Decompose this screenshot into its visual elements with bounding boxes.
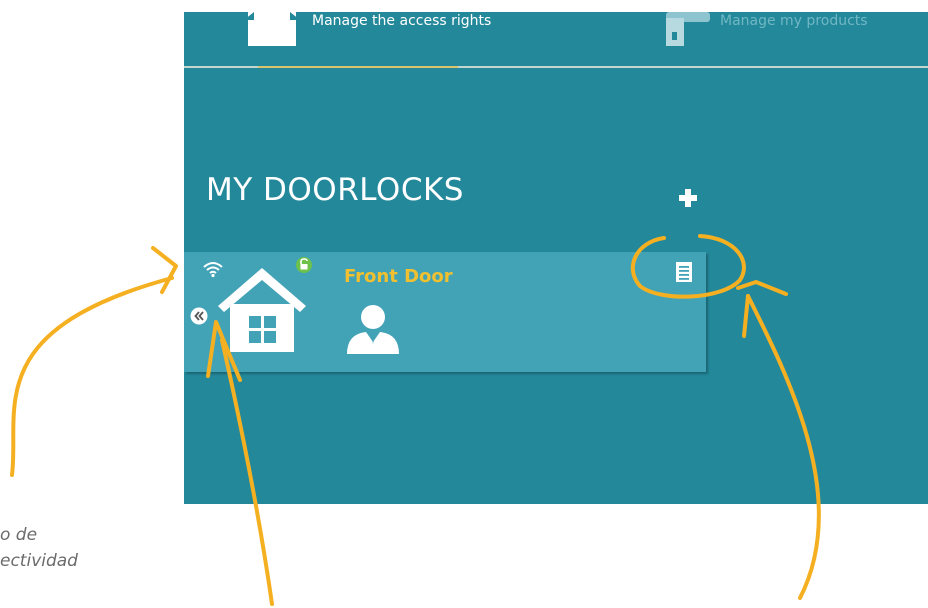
house-icon (244, 12, 300, 46)
plus-icon (679, 189, 697, 207)
doorlock-card[interactable]: Front Door (184, 252, 706, 372)
doorlock-details-button[interactable] (676, 262, 692, 282)
app-window: Manage the access rights Manage my produ… (184, 12, 928, 504)
unlocked-padlock-icon (296, 257, 312, 273)
padlock-icon (666, 12, 710, 46)
top-navigation: Manage the access rights Manage my produ… (184, 12, 928, 68)
doorlock-name[interactable]: Front Door (344, 266, 453, 287)
tab-manage-access-rights[interactable]: Manage the access rights (244, 12, 491, 52)
page-title: MY DOORLOCKS (206, 172, 464, 208)
annotation-arrowhead-connectivity (151, 246, 178, 294)
document-icon (676, 262, 692, 282)
double-chevron-left-icon (190, 307, 208, 325)
active-tab-indicator (258, 66, 458, 68)
user-icon (347, 305, 399, 354)
annotation-arrow-connectivity (10, 276, 174, 477)
house-icon (218, 268, 306, 352)
tab-manage-my-products[interactable]: Manage my products (664, 12, 868, 52)
add-doorlock-button[interactable] (678, 188, 698, 208)
tab-label: Manage the access rights (312, 13, 492, 29)
annotation-caption: o de ectividad (0, 525, 78, 571)
collapse-button[interactable] (190, 307, 208, 325)
tab-label: Manage my products (720, 13, 868, 29)
nav-divider (184, 66, 928, 68)
